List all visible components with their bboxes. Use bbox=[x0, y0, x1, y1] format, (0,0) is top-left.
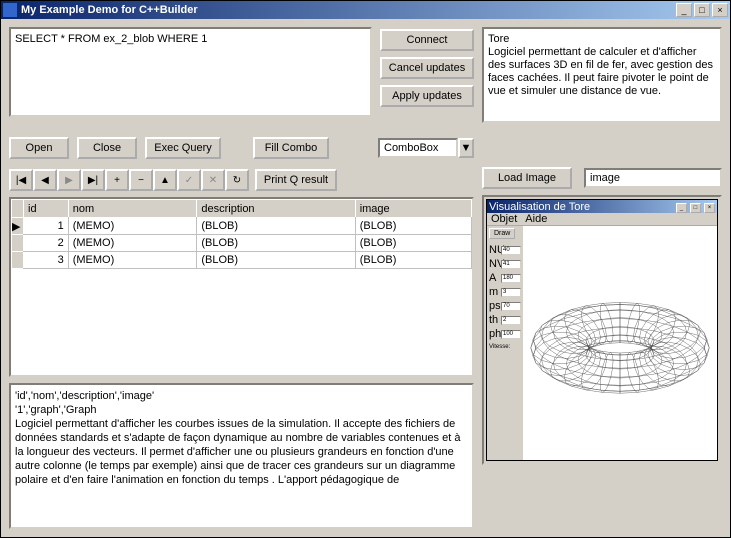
minimize-button[interactable]: _ bbox=[676, 3, 692, 17]
table-row[interactable]: 2 (MEMO) (BLOB) (BLOB) bbox=[12, 235, 472, 252]
nav-first-icon[interactable]: |◀ bbox=[9, 169, 33, 191]
row-indicator: ▶ bbox=[12, 218, 24, 235]
grid-row-header bbox=[12, 200, 24, 218]
inner-window: Visualisation de Tore _ □ × Objet Aide bbox=[486, 199, 718, 461]
nav-cancel-icon[interactable]: ✕ bbox=[201, 169, 225, 191]
param-ps-input[interactable]: 70 bbox=[501, 302, 521, 311]
image-panel: Visualisation de Tore _ □ × Objet Aide bbox=[482, 195, 722, 465]
inner-titlebar[interactable]: Visualisation de Tore _ □ × bbox=[487, 200, 717, 213]
titlebar[interactable]: My Example Demo for C++Builder _ □ × bbox=[1, 1, 730, 19]
inner-menu-aide[interactable]: Aide bbox=[525, 213, 547, 225]
inner-menu-objet[interactable]: Objet bbox=[491, 213, 517, 225]
torus-canvas bbox=[523, 226, 717, 460]
param-m-input[interactable]: 3 bbox=[501, 288, 521, 297]
db-navigator-toolbar: |◀ ◀ ▶ ▶| + − ▲ ✓ ✕ ↻ Print Q result bbox=[9, 169, 474, 191]
table-row[interactable]: ▶ 1 (MEMO) (BLOB) (BLOB) bbox=[12, 218, 472, 235]
memo-output[interactable]: 'id','nom','description','image' '1','gr… bbox=[9, 383, 474, 529]
inner-close-button[interactable]: × bbox=[704, 203, 715, 213]
connect-button[interactable]: Connect bbox=[380, 29, 474, 51]
close-button[interactable]: Close bbox=[77, 137, 137, 159]
combobox[interactable]: ComboBox bbox=[378, 138, 458, 158]
vitesse-label: Vitesse: bbox=[489, 344, 521, 350]
param-nu-input[interactable]: 40 bbox=[501, 246, 521, 255]
param-nv-input[interactable]: 41 bbox=[501, 260, 521, 269]
cancel-updates-button[interactable]: Cancel updates bbox=[380, 57, 474, 79]
exec-query-button[interactable]: Exec Query bbox=[145, 137, 221, 159]
grid-header-id[interactable]: id bbox=[24, 200, 69, 218]
torus-wireframe-icon bbox=[523, 226, 717, 460]
inner-draw-button[interactable]: Draw bbox=[489, 228, 515, 239]
nav-next-icon[interactable]: ▶ bbox=[57, 169, 81, 191]
sql-textarea[interactable]: SELECT * FROM ex_2_blob WHERE 1 bbox=[9, 27, 372, 117]
main-window: My Example Demo for C++Builder _ □ × SEL… bbox=[0, 0, 731, 538]
param-th-input[interactable]: 2 bbox=[501, 316, 521, 325]
nav-edit-icon[interactable]: ▲ bbox=[153, 169, 177, 191]
app-icon bbox=[3, 3, 17, 17]
inner-maximize-button[interactable]: □ bbox=[690, 203, 701, 213]
apply-updates-button[interactable]: Apply updates bbox=[380, 85, 474, 107]
maximize-button[interactable]: □ bbox=[694, 3, 710, 17]
nav-insert-icon[interactable]: + bbox=[105, 169, 129, 191]
nav-last-icon[interactable]: ▶| bbox=[81, 169, 105, 191]
nav-prior-icon[interactable]: ◀ bbox=[33, 169, 57, 191]
fill-combo-button[interactable]: Fill Combo bbox=[253, 137, 329, 159]
inner-minimize-button[interactable]: _ bbox=[676, 203, 687, 213]
open-button[interactable]: Open bbox=[9, 137, 69, 159]
image-field-input[interactable]: image bbox=[584, 168, 722, 188]
nav-post-icon[interactable]: ✓ bbox=[177, 169, 201, 191]
nav-refresh-icon[interactable]: ↻ bbox=[225, 169, 249, 191]
nav-delete-icon[interactable]: − bbox=[129, 169, 153, 191]
inner-sidebar: Draw NU40 NV41 A180 m3 ps70 th2 ph100 Vi… bbox=[487, 226, 523, 460]
data-grid[interactable]: id nom description image ▶ 1 (MEMO) (BLO… bbox=[9, 197, 474, 377]
grid-header-image[interactable]: image bbox=[355, 200, 471, 218]
print-q-result-button[interactable]: Print Q result bbox=[255, 169, 337, 191]
description-box[interactable]: Tore Logiciel permettant de calculer et … bbox=[482, 27, 722, 123]
param-a-input[interactable]: 180 bbox=[501, 274, 521, 283]
table-row[interactable]: 3 (MEMO) (BLOB) (BLOB) bbox=[12, 252, 472, 269]
grid-header-nom[interactable]: nom bbox=[68, 200, 197, 218]
grid-header-description[interactable]: description bbox=[197, 200, 355, 218]
combobox-dropdown-button[interactable]: ▼ bbox=[458, 138, 474, 158]
window-title: My Example Demo for C++Builder bbox=[21, 4, 676, 16]
param-ph-input[interactable]: 100 bbox=[501, 330, 521, 339]
load-image-button[interactable]: Load Image bbox=[482, 167, 572, 189]
close-window-button[interactable]: × bbox=[712, 3, 728, 17]
